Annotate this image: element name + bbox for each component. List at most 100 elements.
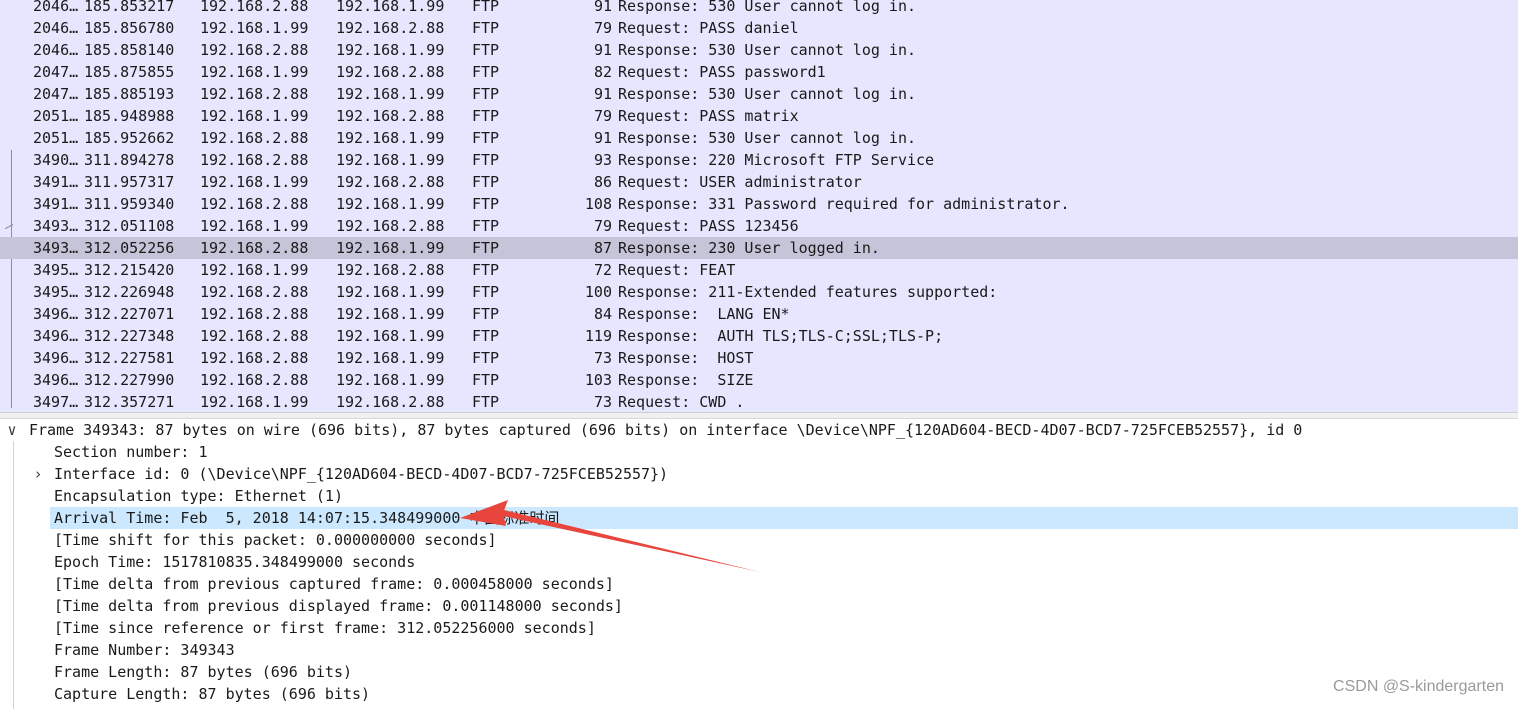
packet-time: 312.227581	[84, 349, 175, 367]
packet-row[interactable]: 2047… 185.885193 192.168.2.88 192.168.1.99 F…	[0, 83, 1518, 105]
packet-destination: 192.168.1.99	[336, 349, 445, 367]
pane-splitter[interactable]	[0, 412, 1518, 419]
packet-row[interactable]: 2046… 185.853217 192.168.2.88 192.168.1.99 F…	[0, 0, 1518, 17]
packet-info: Response: 230 User logged in.	[618, 239, 880, 257]
packet-destination: 192.168.2.88	[336, 19, 445, 37]
packet-protocol: FTP	[472, 261, 500, 279]
packet-row[interactable]: 2046… 185.858140 192.168.2.88 192.168.1.99 F…	[0, 39, 1518, 61]
packet-length: 87	[593, 239, 612, 257]
packet-info: Request: USER administrator	[618, 173, 862, 191]
encapsulation-type[interactable]: Encapsulation type: Ethernet (1)	[54, 485, 343, 507]
time-delta-displayed[interactable]: [Time delta from previous displayed fram…	[54, 595, 623, 617]
packet-info: Response: 530 User cannot log in.	[618, 85, 917, 103]
packet-source: 192.168.2.88	[200, 371, 309, 389]
packet-destination: 192.168.2.88	[336, 173, 445, 191]
packet-protocol: FTP	[472, 393, 500, 411]
packet-source: 192.168.2.88	[200, 129, 309, 147]
packet-source: 192.168.2.88	[200, 41, 309, 59]
packet-source: 192.168.1.99	[200, 19, 309, 37]
packet-info: Response: 220 Microsoft FTP Service	[618, 151, 935, 169]
packet-row[interactable]: 2047… 185.875855 192.168.1.99 192.168.2.88 F…	[0, 61, 1518, 83]
packet-time: 312.051108	[84, 217, 175, 235]
packet-row[interactable]: 3496… 312.227071 192.168.2.88 192.168.1.99 F…	[0, 303, 1518, 325]
packet-number: 3491…	[33, 173, 79, 191]
packet-protocol: FTP	[472, 195, 500, 213]
packet-row[interactable]: 3491… 311.957317 192.168.1.99 192.168.2.88 F…	[0, 171, 1518, 193]
packet-protocol: FTP	[472, 41, 500, 59]
packet-length: 86	[593, 173, 612, 191]
packet-details[interactable]: ∨ Frame 349343: 87 bytes on wire (696 bi…	[0, 419, 1518, 709]
packet-time: 185.952662	[84, 129, 175, 147]
packet-time: 185.885193	[84, 85, 175, 103]
packet-info: Response: 530 User cannot log in.	[618, 41, 917, 59]
packet-protocol: FTP	[472, 239, 500, 257]
time-since-reference[interactable]: [Time since reference or first frame: 31…	[54, 617, 596, 639]
packet-source: 192.168.1.99	[200, 393, 309, 411]
frame-number[interactable]: Frame Number: 349343	[54, 639, 235, 661]
packet-list[interactable]: 2046… 185.853217 192.168.2.88 192.168.1.99 F…	[0, 0, 1518, 412]
epoch-time[interactable]: Epoch Time: 1517810835.348499000 seconds	[54, 551, 415, 573]
packet-info: Request: PASS matrix	[618, 107, 799, 125]
packet-source: 192.168.2.88	[200, 85, 309, 103]
packet-info: Response: LANG EN*	[618, 305, 790, 323]
packet-time: 185.853217	[84, 0, 175, 15]
packet-row[interactable]: 3491… 311.959340 192.168.2.88 192.168.1.99 F…	[0, 193, 1518, 215]
packet-length: 82	[593, 63, 612, 81]
packet-row[interactable]: 3496… 312.227348 192.168.2.88 192.168.1.99 F…	[0, 325, 1518, 347]
packet-destination: 192.168.1.99	[336, 305, 445, 323]
packet-number: 3497…	[33, 393, 79, 411]
packet-number: 3496…	[33, 327, 79, 345]
packet-length: 103	[584, 371, 612, 389]
packet-protocol: FTP	[472, 283, 500, 301]
packet-destination: 192.168.2.88	[336, 393, 445, 411]
frame-summary[interactable]: Frame 349343: 87 bytes on wire (696 bits…	[29, 419, 1302, 441]
time-shift[interactable]: [Time shift for this packet: 0.000000000…	[54, 529, 497, 551]
packet-source: 192.168.2.88	[200, 195, 309, 213]
packet-row[interactable]: 3495… 312.226948 192.168.2.88 192.168.1.99 F…	[0, 281, 1518, 303]
capture-length[interactable]: Capture Length: 87 bytes (696 bits)	[54, 683, 370, 705]
packet-time: 312.357271	[84, 393, 175, 411]
packet-row[interactable]: 2046… 185.856780 192.168.1.99 192.168.2.88 F…	[0, 17, 1518, 39]
packet-row[interactable]: 3496… 312.227581 192.168.2.88 192.168.1.99 F…	[0, 347, 1518, 369]
packet-protocol: FTP	[472, 129, 500, 147]
section-number[interactable]: Section number: 1	[54, 441, 208, 463]
packet-protocol: FTP	[472, 217, 500, 235]
packet-destination: 192.168.2.88	[336, 63, 445, 81]
packet-time: 311.959340	[84, 195, 175, 213]
packet-protocol: FTP	[472, 173, 500, 191]
packet-row[interactable]: 3490… 311.894278 192.168.2.88 192.168.1.99 F…	[0, 149, 1518, 171]
expanded-arrow-icon[interactable]: ∨	[5, 419, 19, 441]
packet-row[interactable]: 3493… 312.051108 192.168.1.99 192.168.2.88 F…	[0, 215, 1518, 237]
packet-row[interactable]: 3497… 312.357271 192.168.1.99 192.168.2.88 F…	[0, 391, 1518, 412]
packet-time: 312.052256	[84, 239, 175, 257]
packet-number: 2051…	[33, 129, 79, 147]
packet-length: 91	[593, 85, 612, 103]
packet-time: 311.957317	[84, 173, 175, 191]
packet-length: 91	[593, 41, 612, 59]
frame-length[interactable]: Frame Length: 87 bytes (696 bits)	[54, 661, 352, 683]
packet-number: 3496…	[33, 305, 79, 323]
packet-time: 312.226948	[84, 283, 175, 301]
packet-info: Request: PASS password1	[618, 63, 826, 81]
packet-number: 2046…	[33, 19, 79, 37]
packet-number: 3493…	[33, 239, 79, 257]
packet-row[interactable]: 3496… 312.227990 192.168.2.88 192.168.1.99 F…	[0, 369, 1518, 391]
packet-time: 311.894278	[84, 151, 175, 169]
packet-number: 2047…	[33, 85, 79, 103]
time-delta-captured[interactable]: [Time delta from previous captured frame…	[54, 573, 614, 595]
packet-source: 192.168.1.99	[200, 261, 309, 279]
packet-number: 3495…	[33, 283, 79, 301]
packet-destination: 192.168.1.99	[336, 41, 445, 59]
packet-destination: 192.168.1.99	[336, 0, 445, 15]
collapsed-arrow-icon[interactable]: ›	[31, 463, 45, 485]
packet-row-selected[interactable]: 3493… 312.052256 192.168.2.88 192.168.1.99 F…	[0, 237, 1518, 259]
interface-id[interactable]: Interface id: 0 (\Device\NPF_{120AD604-B…	[54, 463, 668, 485]
packet-row[interactable]: 2051… 185.952662 192.168.2.88 192.168.1.99 F…	[0, 127, 1518, 149]
packet-row[interactable]: 2051… 185.948988 192.168.1.99 192.168.2.88 F…	[0, 105, 1518, 127]
packet-row[interactable]: 3495… 312.215420 192.168.1.99 192.168.2.88 F…	[0, 259, 1518, 281]
packet-length: 72	[593, 261, 612, 279]
arrival-time[interactable]: Arrival Time: Feb 5, 2018 14:07:15.34849…	[50, 507, 1518, 529]
packet-source: 192.168.2.88	[200, 239, 309, 257]
packet-destination: 192.168.1.99	[336, 239, 445, 257]
packet-time: 312.227990	[84, 371, 175, 389]
